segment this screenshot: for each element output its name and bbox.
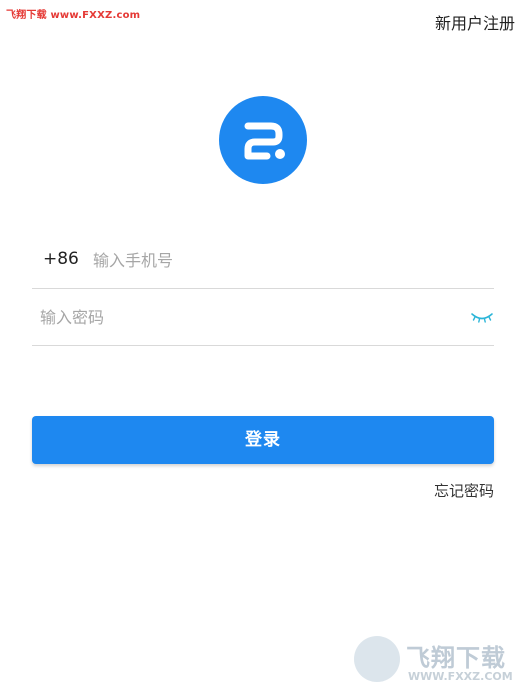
country-code[interactable]: +86: [43, 249, 79, 269]
eye-closed-icon[interactable]: [470, 309, 494, 325]
phone-input[interactable]: [93, 248, 473, 272]
watermark-brand: 飞翔下载: [406, 644, 506, 672]
login-button[interactable]: 登录: [32, 416, 494, 464]
new-user-register-link[interactable]: 新用户注册: [435, 10, 515, 34]
app-logo: [219, 96, 307, 184]
watermark-url: WWW.FXXZ.COM: [408, 670, 513, 683]
password-input[interactable]: [40, 305, 450, 329]
password-field-row: [32, 289, 494, 346]
app-logo-icon: [244, 122, 285, 160]
watermark-logo-icon: [354, 636, 400, 682]
watermark-top-text: 飞翔下载 www.FXXZ.com: [6, 10, 141, 21]
phone-field-row: +86: [32, 232, 494, 289]
watermark-bottom: 飞翔下载 WWW.FXXZ.COM: [354, 636, 514, 688]
forgot-password-link[interactable]: 忘记密码: [434, 480, 494, 501]
